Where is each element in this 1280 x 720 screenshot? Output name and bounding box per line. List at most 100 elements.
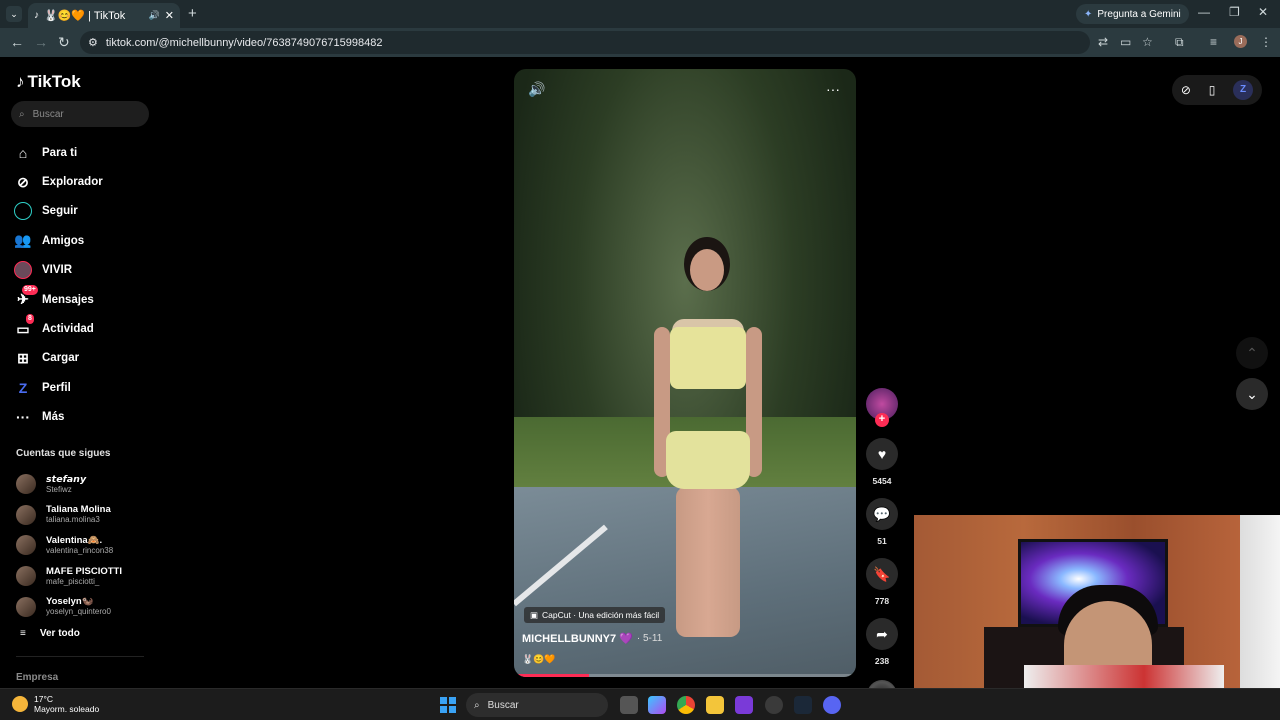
save-button[interactable]: 🔖 <box>866 558 898 590</box>
following-name: 𝙨𝙩𝙚𝙛𝙖𝙣𝙮 <box>46 473 87 485</box>
compass-icon[interactable]: ⊘ <box>1181 83 1191 97</box>
see-all-link[interactable]: ≡ Ver todo <box>20 628 80 639</box>
creator-avatar[interactable]: + <box>866 388 898 427</box>
comment-button[interactable]: 💬 <box>866 498 898 530</box>
top-right-controls: ⊘ ▯ Z <box>1172 75 1262 105</box>
nav-item-seguir[interactable]: Seguir <box>14 197 154 226</box>
back-icon[interactable]: ← <box>10 34 24 50</box>
following-item[interactable]: Valentina🙈. valentina_rincon38 <box>16 530 156 561</box>
app-icon[interactable] <box>735 696 753 714</box>
logo-text: TikTok <box>27 72 81 91</box>
upload-icon: ⊞ <box>17 349 29 366</box>
following-item[interactable]: Taliana Molina taliana.molina3 <box>16 500 156 531</box>
close-window-button[interactable]: ✕ <box>1258 5 1268 19</box>
following-item[interactable]: Yoselyn🦦 yoselyn_quintero0 <box>16 591 156 622</box>
following-item[interactable]: 𝙨𝙩𝙚𝙛𝙖𝙣𝙮 Stefiwz <box>16 469 156 500</box>
nav-label: Perfil <box>42 381 71 394</box>
search-icon: ⌕ <box>19 108 25 120</box>
webcam-overlay <box>914 515 1280 688</box>
video-date: · 5-11 <box>636 633 663 644</box>
browser-tab[interactable]: ♪ 🐰😊🧡 | TikTok 🔊 ✕ <box>28 3 180 28</box>
nav-item-perfil[interactable]: Z Perfil <box>14 373 154 402</box>
nav-item-actividad[interactable]: ▭ 8 Actividad <box>14 314 154 343</box>
avatar <box>16 566 36 587</box>
url-field[interactable]: ⚙ tiktok.com/@michellbunny/video/7638749… <box>80 31 1090 54</box>
capcut-label[interactable]: ▣ CapCut · Una edición más fácil <box>524 607 666 623</box>
volume-icon[interactable]: 🔊 <box>528 81 545 98</box>
widgets-icon[interactable] <box>648 696 666 714</box>
taskbar-search[interactable]: ⌕ Buscar <box>466 693 608 717</box>
chevron-down-icon: ⌄ <box>1246 385 1258 402</box>
avatar <box>16 535 36 556</box>
next-video-button[interactable]: ⌄ <box>1236 378 1268 410</box>
nav-item-para-ti[interactable]: ⌂ Para ti <box>14 138 154 167</box>
new-tab-button[interactable]: + <box>188 5 197 22</box>
menu-icon[interactable]: ⋮ <box>1260 35 1272 49</box>
share-button[interactable]: ➦ <box>866 618 898 650</box>
forward-icon[interactable]: → <box>34 34 48 50</box>
nav-item-mensajes[interactable]: ✈ 99+ Mensajes <box>14 284 154 314</box>
video-author[interactable]: MICHELLBUNNY7 💜 <box>522 632 633 645</box>
site-info-icon[interactable]: ⚙ <box>88 36 98 49</box>
search-icon: ⌕ <box>474 699 480 711</box>
maximize-button[interactable]: ❐ <box>1229 5 1240 19</box>
minimize-button[interactable]: — <box>1198 5 1210 19</box>
previous-video-button[interactable]: ⌃ <box>1236 337 1268 369</box>
device-icon[interactable]: ▯ <box>1209 83 1216 97</box>
nav-label: Más <box>42 411 65 424</box>
reading-list-icon[interactable]: ≡ <box>1210 35 1217 49</box>
profile-avatar[interactable]: J <box>1234 35 1247 48</box>
start-button[interactable] <box>440 697 456 713</box>
video-progress-bar[interactable] <box>514 674 856 677</box>
following-item[interactable]: MAFE PISCIOTTI mafe_pisciotti_ <box>16 561 156 592</box>
tiktok-logo[interactable]: ♪ TikTok <box>16 72 81 92</box>
company-link[interactable]: Empresa <box>16 672 58 683</box>
avatar <box>16 474 36 495</box>
activity-badge: 8 <box>26 314 34 325</box>
windows-taskbar: 17°C Mayorm. soleado ⌕ Buscar <box>0 688 1280 720</box>
following-section-title: Cuentas que sigues <box>16 448 111 459</box>
messages-icon: ✈ 99+ <box>17 284 38 308</box>
following-user: valentina_rincon38 <box>46 545 114 555</box>
browser-tab-bar: ⌄ ♪ 🐰😊🧡 | TikTok 🔊 ✕ + ✦ Pregunta a Gemi… <box>0 0 1280 28</box>
bookmark-star-icon[interactable]: ☆ <box>1142 35 1153 49</box>
nav-item-amigos[interactable]: 👥 Amigos <box>14 226 154 255</box>
reload-icon[interactable]: ↻ <box>58 34 70 51</box>
gemini-button[interactable]: ✦ Pregunta a Gemini <box>1076 4 1189 24</box>
nav-item-explorador[interactable]: ⊘ Explorador <box>14 167 154 196</box>
more-options-icon[interactable]: ··· <box>826 81 840 97</box>
translate-icon[interactable]: ⇄ <box>1098 35 1108 49</box>
steam-icon[interactable] <box>794 696 812 714</box>
cast-icon[interactable]: ▭ <box>1120 35 1131 49</box>
head <box>690 249 724 291</box>
extensions-icon[interactable]: ⧉ <box>1175 35 1184 50</box>
nav-item-vivir[interactable]: VIVIR <box>14 256 154 285</box>
nav-label: Explorador <box>42 176 103 189</box>
nav-item-mas[interactable]: ··· Más <box>14 403 154 432</box>
video-player[interactable]: 🔊 ··· ▣ CapCut · Una edición más fácil M… <box>514 69 856 677</box>
weather-widget[interactable]: 17°C Mayorm. soleado <box>12 694 99 714</box>
close-tab-icon[interactable]: ✕ <box>165 9 174 22</box>
bookmark-icon: 🔖 <box>873 565 891 582</box>
following-name: Valentina🙈. <box>46 534 103 546</box>
video-caption: 🐰😊🧡 <box>522 654 556 664</box>
file-explorer-icon[interactable] <box>706 696 724 714</box>
speaker-icon[interactable]: 🔊 <box>149 10 160 21</box>
like-button[interactable]: ♥ <box>866 438 898 470</box>
discord-icon[interactable] <box>823 696 841 714</box>
share-count: 238 <box>874 656 890 666</box>
avatar <box>16 504 36 525</box>
like-count: 5454 <box>872 476 892 486</box>
legs <box>676 487 740 637</box>
following-name: MAFE PISCIOTTI <box>46 565 122 577</box>
tiktok-favicon-icon: ♪ <box>34 10 39 21</box>
app-icon[interactable] <box>765 696 783 714</box>
follow-plus-button[interactable]: + <box>875 413 889 427</box>
nav-item-cargar[interactable]: ⊞ Cargar <box>14 344 154 373</box>
chrome-icon[interactable] <box>677 696 695 714</box>
profile-z-icon[interactable]: Z <box>1233 80 1254 100</box>
task-view-icon[interactable] <box>620 696 638 714</box>
tab-search-button[interactable]: ⌄ <box>6 6 22 22</box>
following-icon <box>14 202 32 221</box>
search-input[interactable]: ⌕ Buscar <box>11 101 149 127</box>
